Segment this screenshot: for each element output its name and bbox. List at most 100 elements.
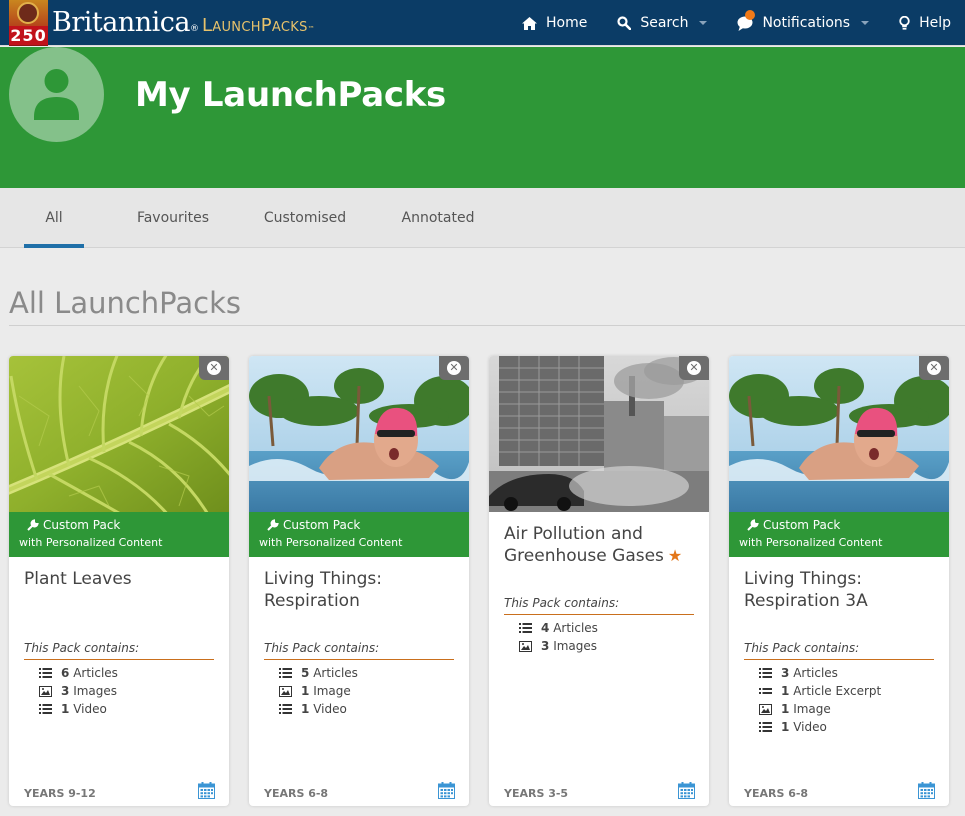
card-title[interactable]: Living Things: Respiration 3A — [744, 568, 939, 612]
card-title[interactable]: Plant Leaves — [24, 568, 219, 590]
list-icon — [759, 722, 772, 732]
card-title[interactable]: Living Things: Respiration — [264, 568, 459, 612]
item-count: 3 — [781, 666, 790, 680]
list-icon — [759, 668, 772, 678]
filter-tabs: All Favourites Customised Annotated — [0, 188, 965, 248]
britannica-250-badge[interactable]: 250 — [9, 0, 48, 46]
image-icon — [279, 685, 292, 697]
contains-label: This Pack contains: — [744, 641, 934, 660]
years-badge: YEARS 3-5 — [504, 787, 569, 800]
tab-annotated[interactable]: Annotated — [396, 188, 480, 248]
card-thumbnail-leaf[interactable] — [9, 356, 229, 512]
contains-label: This Pack contains: — [504, 596, 694, 615]
section-title: All LaunchPacks — [9, 286, 241, 320]
item-label: Articles — [553, 621, 598, 635]
calendar-icon[interactable] — [198, 782, 215, 799]
card-thumbnail-city[interactable] — [489, 356, 709, 512]
list-icon — [39, 704, 52, 714]
nav-help-label: Help — [919, 15, 951, 31]
launchpack-card[interactable]: ✕ Air Pollution and Greenhouse Gases ★ Th… — [489, 356, 709, 806]
years-badge: YEARS 6-8 — [264, 787, 329, 800]
tab-all[interactable]: All — [24, 188, 84, 248]
ribbon-subtitle: with Personalized Content — [259, 536, 403, 549]
item-count: 1 — [781, 702, 790, 716]
close-icon: ✕ — [687, 361, 701, 375]
calendar-icon[interactable] — [678, 782, 695, 799]
list-icon — [279, 668, 292, 678]
logo-trademark: ™ — [307, 25, 315, 33]
item-label: Articles — [73, 666, 118, 680]
logo-badge-number: 250 — [9, 26, 48, 45]
logo-registered-mark: ® — [189, 24, 199, 34]
logo-product: LaunchPacks — [201, 15, 308, 36]
ribbon-title: Custom Pack — [763, 518, 841, 532]
item-label: Video — [73, 702, 107, 716]
close-icon: ✕ — [207, 361, 221, 375]
custom-pack-ribbon: Custom Pack with Personalized Content — [9, 512, 229, 557]
pack-contents-list: 6 Articles 3 Images 1 Video — [39, 664, 118, 718]
ribbon-title: Custom Pack — [43, 518, 121, 532]
nav-home-label: Home — [546, 15, 588, 31]
item-count: 1 — [301, 702, 310, 716]
remove-card-button[interactable]: ✕ — [919, 356, 949, 380]
top-navbar: 250 Britannica ® LaunchPacks ™ Home Sear… — [0, 0, 965, 46]
calendar-icon[interactable] — [438, 782, 455, 799]
content-item-articles: 5 Articles — [279, 664, 358, 682]
launchpack-card[interactable]: ✕ Custom Pack with Personalized Content … — [249, 356, 469, 806]
launchpack-card[interactable]: ✕ Custom Pack with Personalized Content … — [9, 356, 229, 806]
item-count: 3 — [61, 684, 70, 698]
content-item-image: 1 Image — [279, 682, 358, 700]
launchpack-card[interactable]: ✕ Custom Pack with Personalized Content … — [729, 356, 949, 806]
item-label: Images — [73, 684, 118, 698]
card-title[interactable]: Air Pollution and Greenhouse Gases ★ — [504, 523, 699, 567]
close-icon: ✕ — [927, 361, 941, 375]
calendar-icon[interactable] — [918, 782, 935, 799]
section-divider — [9, 325, 965, 326]
remove-card-button[interactable]: ✕ — [439, 356, 469, 380]
remove-card-button[interactable]: ✕ — [199, 356, 229, 380]
tab-favourites[interactable]: Favourites — [130, 188, 216, 248]
item-count: 1 — [781, 684, 790, 698]
britannica-launchpacks-logo[interactable]: Britannica ® LaunchPacks ™ — [52, 5, 315, 41]
item-label: Video — [793, 720, 827, 734]
user-avatar-icon — [9, 47, 104, 142]
image-icon — [759, 703, 772, 715]
item-count: 4 — [541, 621, 550, 635]
remove-card-button[interactable]: ✕ — [679, 356, 709, 380]
nav-search[interactable]: Search — [617, 15, 708, 31]
chevron-down-icon — [699, 21, 708, 25]
item-label: Video — [313, 702, 347, 716]
excerpt-icon — [759, 688, 772, 694]
item-label: Images — [553, 639, 598, 653]
lightbulb-icon — [899, 15, 910, 30]
item-count: 5 — [301, 666, 310, 680]
card-title-text: Air Pollution and Greenhouse Gases — [504, 524, 664, 566]
nav-help[interactable]: Help — [899, 15, 951, 31]
contains-label: This Pack contains: — [24, 641, 214, 660]
image-icon — [519, 640, 532, 652]
wrench-icon — [747, 519, 759, 531]
ribbon-subtitle: with Personalized Content — [739, 536, 883, 549]
content-item-images: 3 Images — [519, 637, 598, 655]
item-count: 6 — [61, 666, 70, 680]
item-label: Articles — [793, 666, 838, 680]
home-icon — [522, 16, 537, 30]
content-item-articles: 6 Articles — [39, 664, 118, 682]
nav-home[interactable]: Home — [522, 15, 587, 31]
page-banner: My LaunchPacks — [0, 47, 965, 188]
notification-alert-dot — [745, 10, 756, 20]
item-label: Image — [793, 702, 831, 716]
ribbon-title: Custom Pack — [283, 518, 361, 532]
card-thumbnail-swimmer[interactable] — [729, 356, 949, 512]
ribbon-subtitle: with Personalized Content — [19, 536, 163, 549]
list-icon — [279, 704, 292, 714]
content-item-video: 1 Video — [39, 700, 118, 718]
years-badge: YEARS 6-8 — [744, 787, 809, 800]
item-count: 1 — [61, 702, 70, 716]
card-thumbnail-swimmer[interactable] — [249, 356, 469, 512]
item-count: 3 — [541, 639, 550, 653]
favourite-star-icon[interactable]: ★ — [668, 546, 682, 565]
tab-customised[interactable]: Customised — [258, 188, 352, 248]
nav-notifications[interactable]: Notifications — [737, 10, 870, 31]
list-icon — [39, 668, 52, 678]
